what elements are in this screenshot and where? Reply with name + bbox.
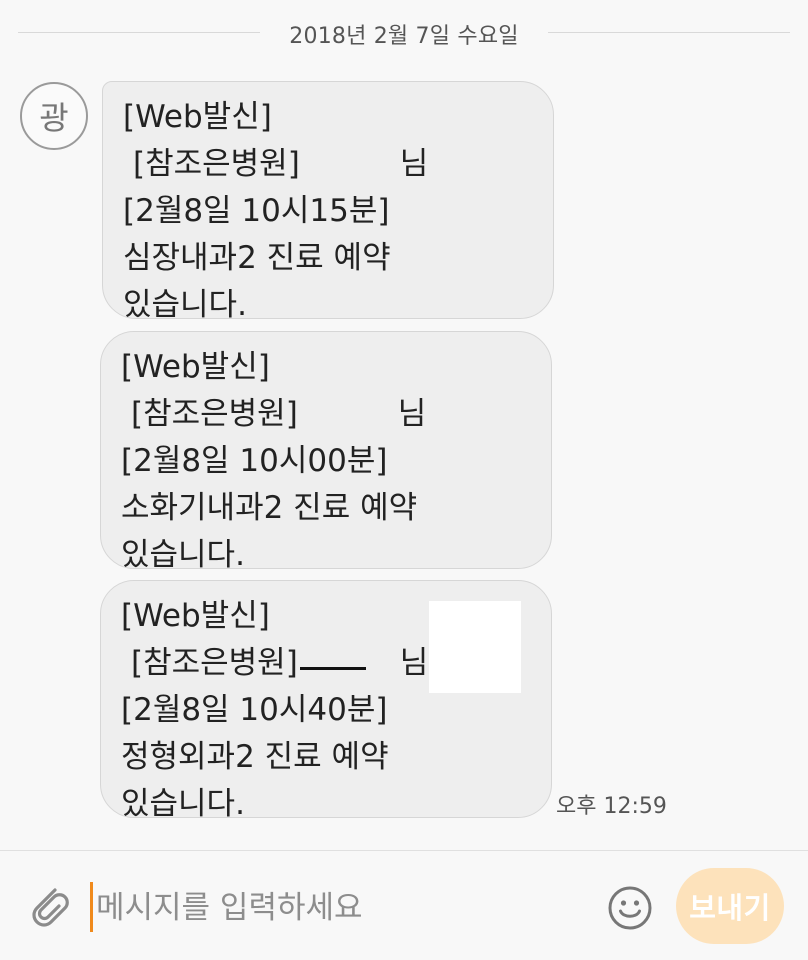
date-divider-line-left [18, 32, 260, 33]
date-header: 2018년 2월 7일 수요일 [289, 24, 519, 49]
message-line: [참조은병원] 님 [121, 391, 533, 438]
message-line: 소화기내과2 진료 예약 [121, 490, 418, 526]
paperclip-icon[interactable] [24, 881, 72, 929]
message-composer: 보내기 [0, 850, 808, 960]
redaction-patch [429, 601, 521, 693]
text-cursor [90, 882, 93, 932]
redacted-name [300, 149, 400, 177]
message-input[interactable] [96, 886, 596, 930]
honorific: 님 [397, 396, 427, 432]
message-line: 있습니다. [123, 287, 247, 323]
message-line: [2월8일 10시40분] [121, 692, 388, 728]
sender-avatar[interactable]: 광 [20, 82, 88, 150]
message-line: 있습니다. [121, 786, 245, 822]
hospital-name: [참조은병원] [133, 146, 300, 182]
avatar-letter: 광 [39, 99, 69, 137]
smiley-icon[interactable] [607, 885, 653, 931]
message-line: 심장내과2 진료 예약 [123, 240, 391, 276]
redacted-name [298, 399, 398, 427]
message-timestamp: 오후 12:59 [556, 794, 667, 819]
send-button[interactable]: 보내기 [676, 868, 784, 944]
honorific: 님 [399, 645, 429, 681]
message-line: 정형외과2 진료 예약 [121, 739, 389, 775]
redaction-underline [299, 667, 366, 670]
date-divider-line-right [548, 32, 790, 33]
redacted-name [366, 648, 400, 676]
hospital-name: [참조은병원] [131, 645, 298, 681]
message-line: 있습니다. [121, 537, 245, 573]
message-line: [2월8일 10시15분] [123, 193, 390, 229]
message-line: [Web발신] [123, 99, 272, 135]
message-bubble[interactable]: [Web발신] [참조은병원] 님 [2월8일 10시15분] 심장내과2 진료 … [102, 81, 554, 323]
date-divider: 2018년 2월 7일 수요일 [0, 0, 808, 66]
hospital-name: [참조은병원] [131, 396, 298, 432]
message-line: [2월8일 10시00분] [121, 443, 388, 479]
honorific: 님 [399, 146, 429, 182]
message-bubble[interactable]: [Web발신] [참조은병원] 님 [2월8일 10시40분] 정형외과2 진료 … [100, 580, 552, 822]
message-bubble[interactable]: [Web발신] [참조은병원] 님 [2월8일 10시00분] 소화기내과2 진료… [100, 331, 552, 573]
message-line: [Web발신] [121, 349, 270, 385]
message-line: [참조은병원] 님 [123, 141, 535, 188]
